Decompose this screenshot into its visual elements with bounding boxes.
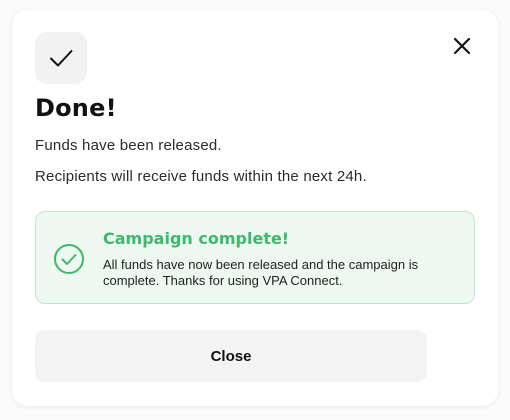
completion-dialog: Done! Funds have been released. Recipien… — [12, 10, 498, 406]
check-circle-icon — [54, 244, 84, 274]
close-dialog-button[interactable] — [450, 34, 474, 58]
notice-body: All funds have now been released and the… — [103, 257, 419, 288]
campaign-complete-notice: Campaign complete! All funds have now be… — [35, 211, 475, 304]
success-badge — [35, 32, 87, 84]
notice-title: Campaign complete! — [103, 229, 290, 248]
close-icon[interactable] — [453, 37, 471, 55]
checkmark-icon — [50, 50, 73, 67]
recipients-message: Recipients will receive funds within the… — [35, 168, 367, 185]
funds-released-message: Funds have been released. — [35, 137, 222, 154]
close-button[interactable]: Close — [35, 330, 427, 382]
dialog-title: Done! — [35, 94, 117, 122]
